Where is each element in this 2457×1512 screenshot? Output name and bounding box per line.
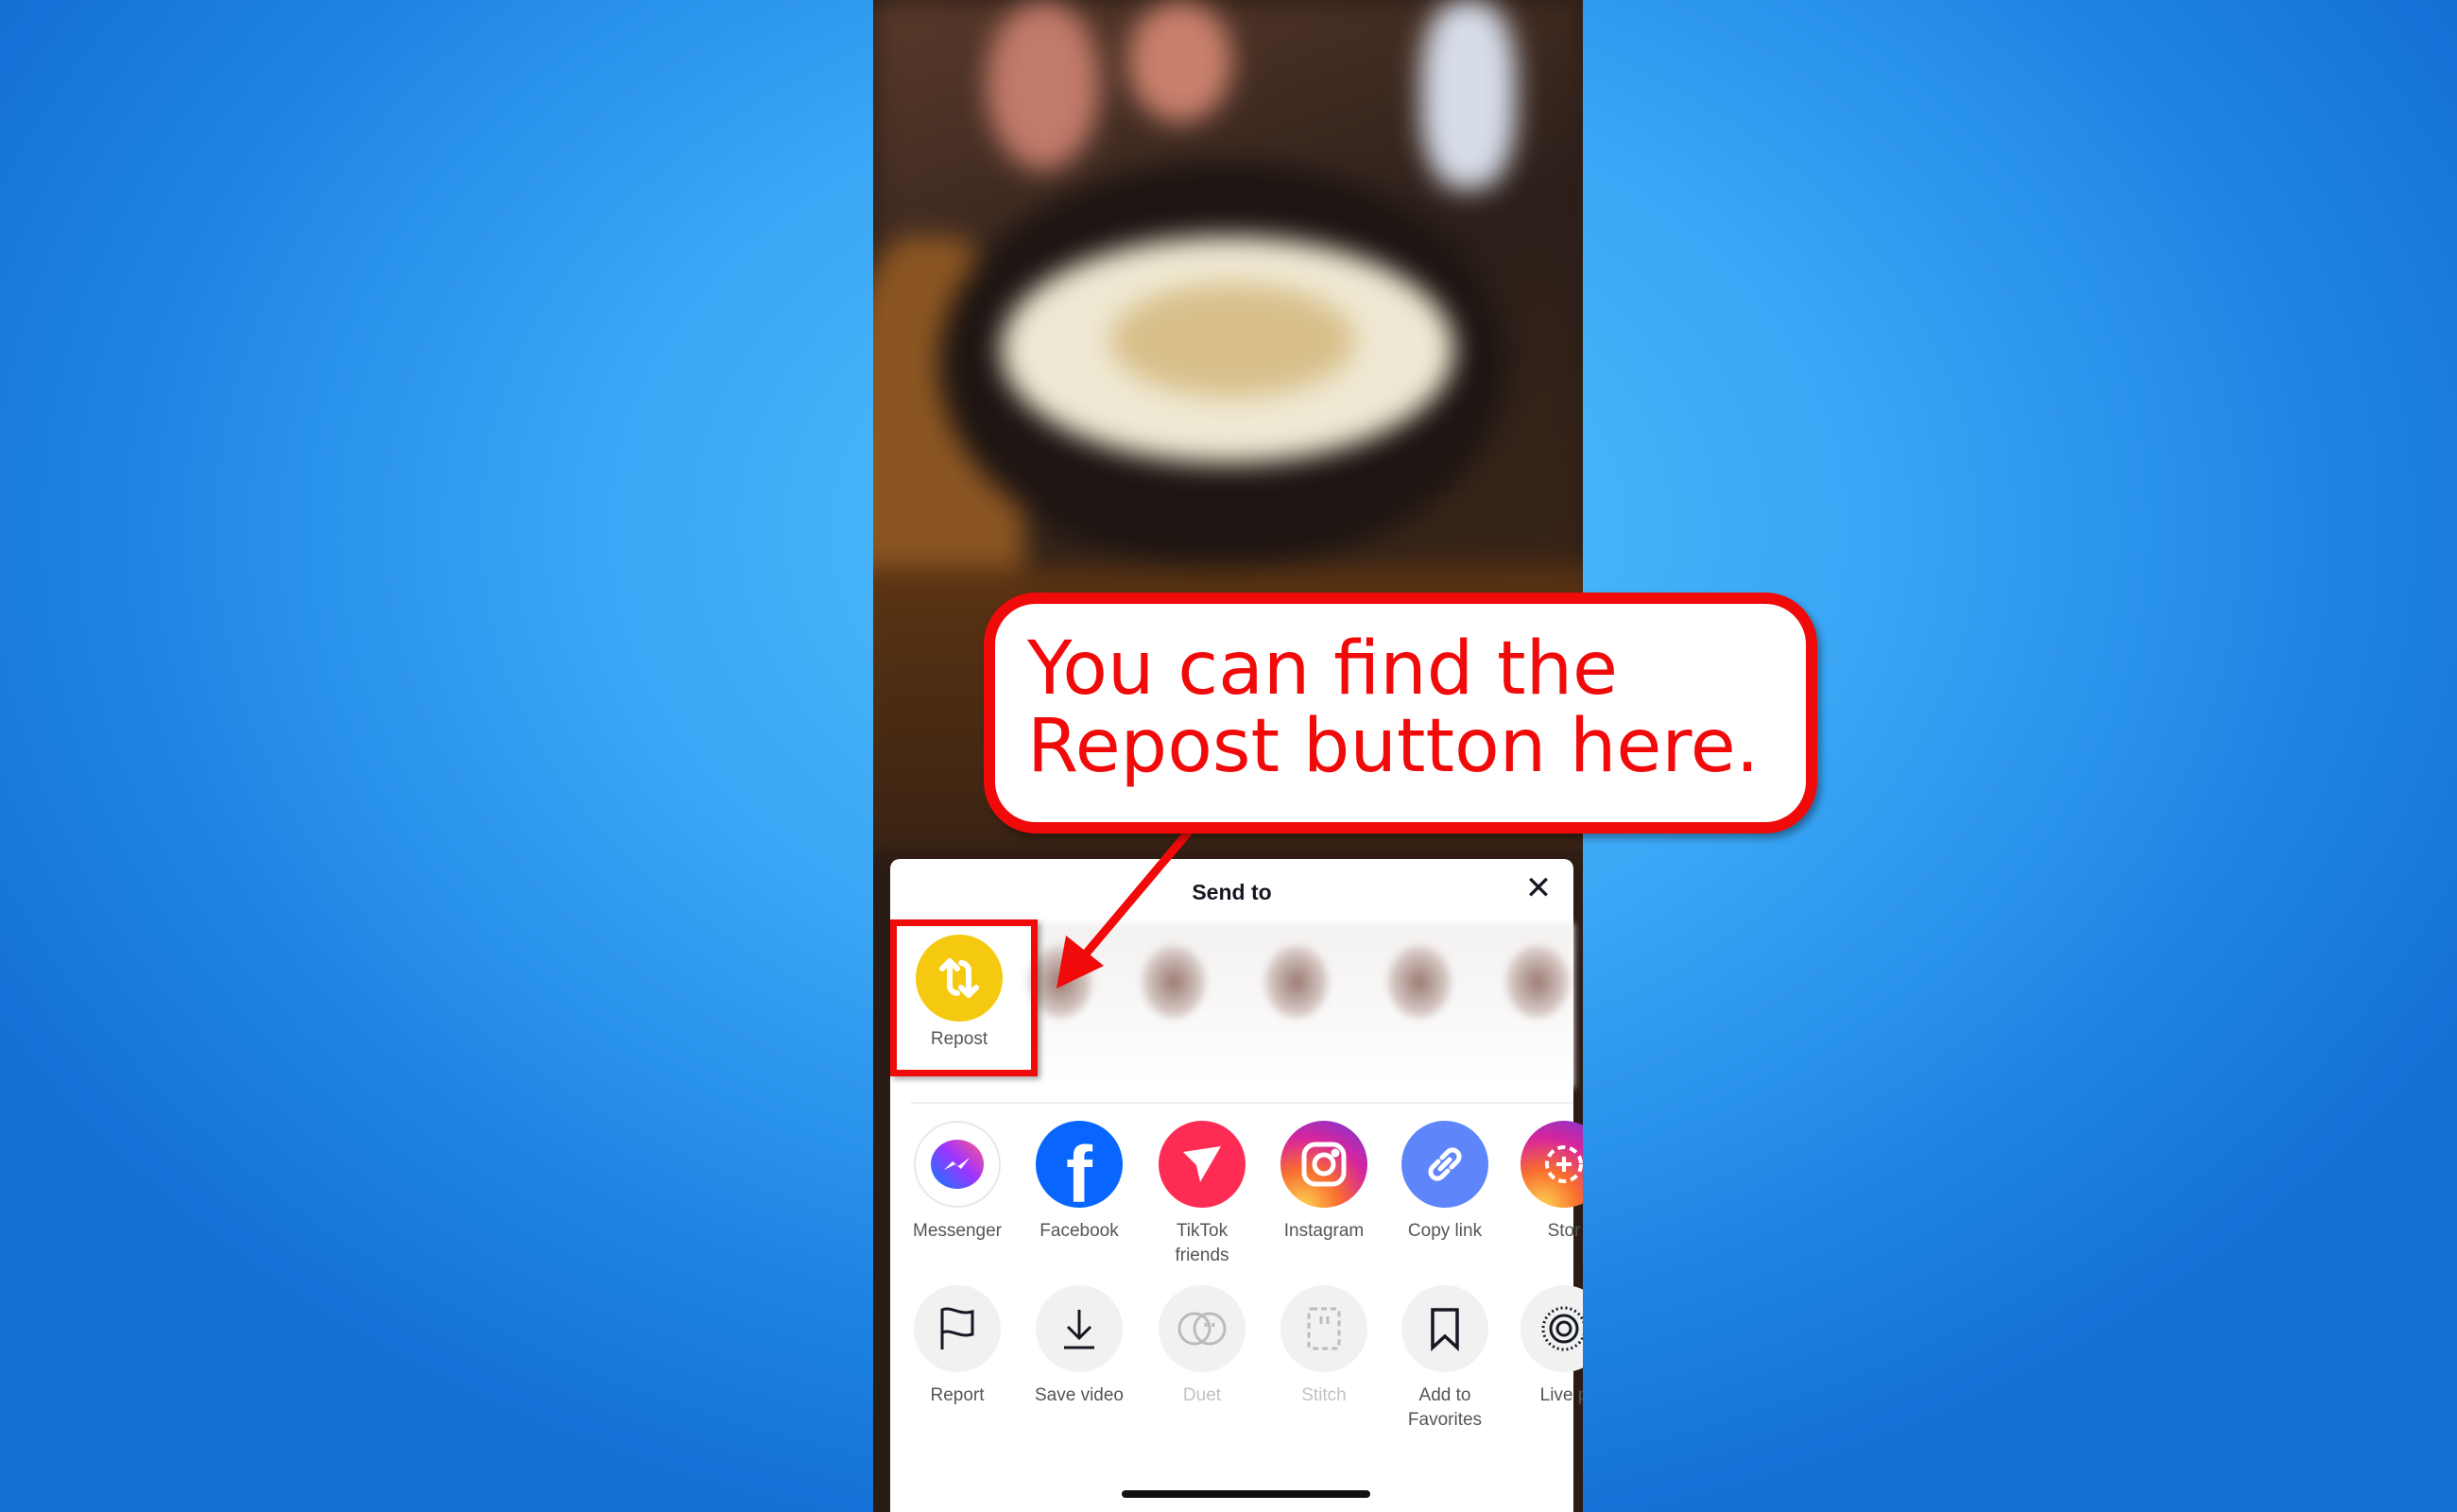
annotation-text: You can find the Repost button here. — [1027, 627, 1760, 789]
annotation-callout: You can find the Repost button here. — [984, 593, 1817, 833]
